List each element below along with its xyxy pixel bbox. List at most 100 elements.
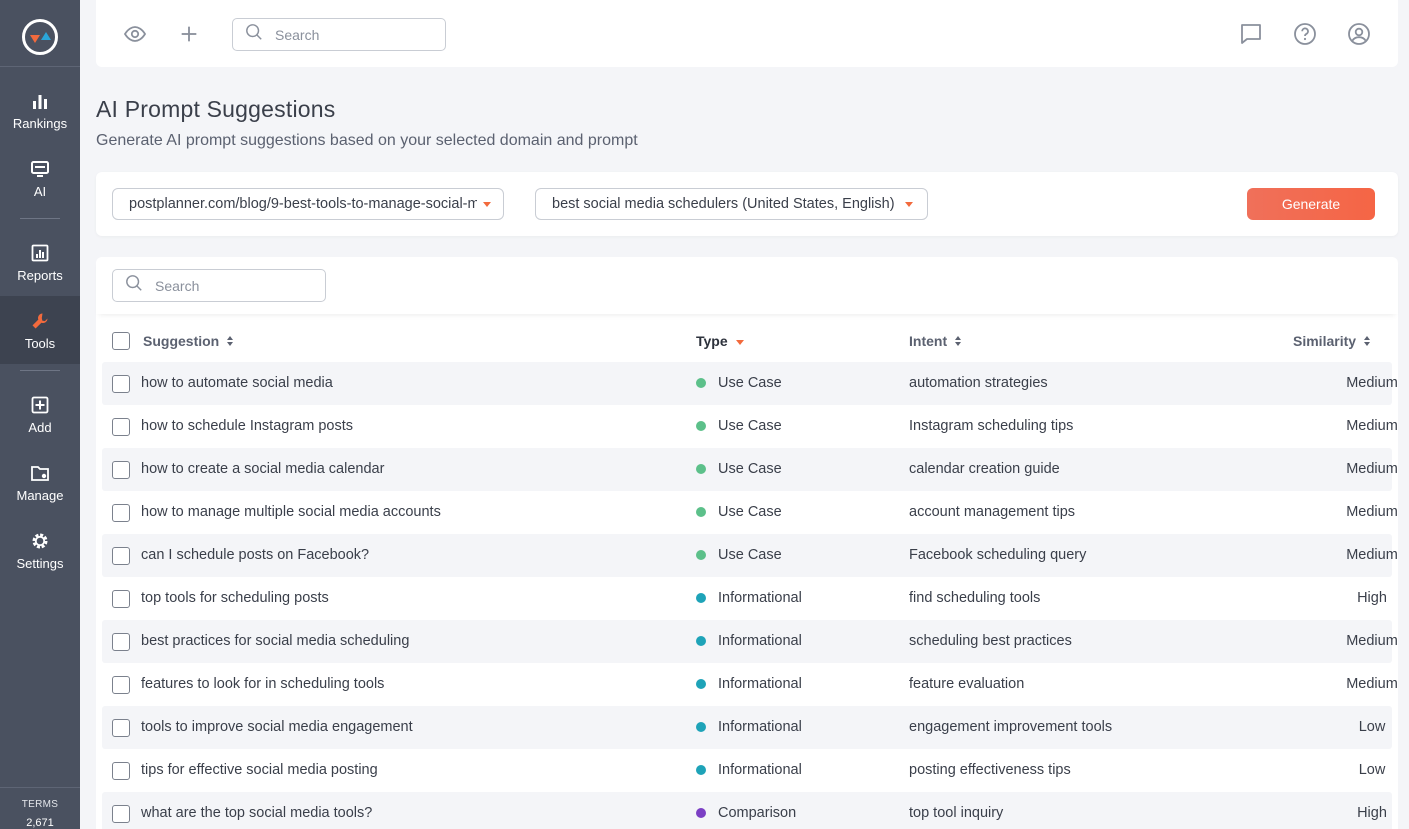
- similarity-cell: Medium: [1346, 676, 1398, 692]
- type-label: Informational: [718, 633, 802, 649]
- page-title: AI Prompt Suggestions: [96, 96, 336, 122]
- help-icon[interactable]: [1293, 22, 1317, 46]
- eye-icon[interactable]: [123, 22, 147, 46]
- table-row[interactable]: how to automate social media Use Case auto…: [102, 362, 1398, 405]
- sidebar-item-label: Add: [28, 419, 52, 435]
- intent-cell: account management tips: [909, 504, 1076, 520]
- generator-controls: postplanner.com/blog/9-best-tools-to-man…: [96, 172, 1398, 236]
- suggestion-cell: what are the top social media tools?: [141, 805, 373, 821]
- table-row[interactable]: how to create a social media calendar Use…: [102, 448, 1398, 491]
- row-checkbox[interactable]: [112, 375, 130, 393]
- sidebar-item-ai[interactable]: AI: [0, 144, 80, 212]
- sidebar-item-rankings[interactable]: Rankings: [0, 76, 80, 144]
- type-cell: Comparison: [696, 805, 796, 821]
- plus-icon[interactable]: [177, 22, 201, 46]
- similarity-cell: Medium: [1346, 633, 1398, 649]
- sidebar-item-manage[interactable]: Manage: [0, 448, 80, 516]
- prompt-select[interactable]: best social media schedulers (United Sta…: [535, 188, 928, 220]
- row-checkbox[interactable]: [112, 633, 130, 651]
- sidebar-item-tools[interactable]: Tools: [0, 296, 80, 364]
- type-cell: Use Case: [696, 418, 782, 434]
- intent-cell: engagement improvement tools: [909, 719, 1113, 735]
- type-label: Use Case: [718, 418, 782, 434]
- gear-icon: [29, 530, 51, 552]
- row-checkbox[interactable]: [112, 504, 130, 522]
- type-label: Informational: [718, 590, 802, 606]
- table-search[interactable]: [112, 269, 326, 302]
- type-dot-icon: [696, 550, 706, 560]
- table-row[interactable]: can I schedule posts on Facebook? Use Cas…: [102, 534, 1398, 577]
- type-dot-icon: [696, 808, 706, 818]
- sidebar-item-settings[interactable]: Settings: [0, 516, 80, 584]
- suggestion-cell: tips for effective social media posting: [141, 762, 378, 778]
- sidebar-divider: [0, 66, 80, 67]
- monitor-icon: [29, 158, 51, 180]
- similarity-cell: Medium: [1346, 418, 1398, 434]
- type-cell: Informational: [696, 633, 802, 649]
- prompt-select-value: best social media schedulers (United Sta…: [552, 196, 895, 212]
- table-row[interactable]: top tools for scheduling posts Informatio…: [102, 577, 1392, 620]
- type-label: Informational: [718, 719, 802, 735]
- sidebar-item-label: Rankings: [12, 115, 68, 131]
- row-checkbox[interactable]: [112, 719, 130, 737]
- sort-desc-icon: [735, 339, 744, 345]
- global-search[interactable]: [232, 18, 446, 51]
- similarity-cell: Low: [1358, 719, 1386, 735]
- global-search-input[interactable]: [275, 26, 415, 43]
- table-row[interactable]: how to manage multiple social media acco…: [102, 491, 1398, 534]
- chevron-down-icon: [483, 202, 491, 207]
- top-bar: [96, 0, 1398, 67]
- column-header-type[interactable]: Type: [696, 333, 744, 349]
- table-row[interactable]: features to look for in scheduling tools…: [102, 663, 1398, 706]
- type-cell: Informational: [696, 590, 802, 606]
- type-cell: Use Case: [696, 504, 782, 520]
- row-checkbox[interactable]: [112, 547, 130, 565]
- type-dot-icon: [696, 593, 706, 603]
- intent-cell: feature evaluation: [909, 676, 1025, 692]
- sort-icon: [955, 336, 962, 346]
- user-account-icon[interactable]: [1347, 22, 1371, 46]
- column-header-similarity[interactable]: Similarity: [1293, 333, 1371, 349]
- type-dot-icon: [696, 464, 706, 474]
- type-dot-icon: [696, 421, 706, 431]
- column-header-label: Similarity: [1293, 333, 1357, 349]
- suggestion-cell: can I schedule posts on Facebook?: [141, 547, 370, 563]
- row-checkbox[interactable]: [112, 676, 130, 694]
- sidebar: Rankings AI Reports Tools Add Manage Set…: [0, 0, 80, 829]
- similarity-cell: Medium: [1346, 375, 1398, 391]
- chevron-down-icon: [905, 202, 913, 207]
- row-checkbox[interactable]: [112, 762, 130, 780]
- sidebar-item-reports[interactable]: Reports: [0, 228, 80, 296]
- row-checkbox[interactable]: [112, 805, 130, 823]
- domain-select[interactable]: postplanner.com/blog/9-best-tools-to-man…: [112, 188, 504, 220]
- sidebar-item-label: Settings: [16, 555, 64, 571]
- generate-button[interactable]: Generate: [1247, 188, 1375, 220]
- row-checkbox[interactable]: [112, 590, 130, 608]
- sidebar-item-add[interactable]: Add: [0, 380, 80, 448]
- type-cell: Use Case: [696, 461, 782, 477]
- type-label: Use Case: [718, 375, 782, 391]
- table-row[interactable]: tools to improve social media engagement…: [102, 706, 1392, 749]
- table-row[interactable]: tips for effective social media posting I…: [102, 749, 1392, 792]
- suggestion-cell: how to schedule Instagram posts: [141, 418, 353, 434]
- sidebar-item-label: AI: [33, 183, 47, 199]
- row-checkbox[interactable]: [112, 461, 130, 479]
- table-row[interactable]: what are the top social media tools? Comp…: [102, 792, 1392, 829]
- suggestions-table: Suggestion Type Intent Similarity how to…: [96, 257, 1398, 829]
- column-header-intent[interactable]: Intent: [909, 333, 962, 349]
- app-logo[interactable]: [22, 19, 58, 55]
- table-row[interactable]: best practices for social media scheduli…: [102, 620, 1398, 663]
- chat-icon[interactable]: [1239, 22, 1263, 46]
- column-header-suggestion[interactable]: Suggestion: [143, 333, 234, 349]
- suggestion-cell: tools to improve social media engagement: [141, 719, 413, 735]
- table-row[interactable]: how to schedule Instagram posts Use Case I…: [102, 405, 1398, 448]
- terms-counter: TERMS 2,671: [0, 796, 80, 829]
- intent-cell: posting effectiveness tips: [909, 762, 1071, 778]
- table-search-input[interactable]: [155, 277, 295, 294]
- similarity-cell: High: [1357, 805, 1387, 821]
- type-label: Informational: [718, 762, 802, 778]
- type-dot-icon: [696, 378, 706, 388]
- type-cell: Informational: [696, 762, 802, 778]
- page-subtitle: Generate AI prompt suggestions based on …: [96, 132, 638, 149]
- row-checkbox[interactable]: [112, 418, 130, 436]
